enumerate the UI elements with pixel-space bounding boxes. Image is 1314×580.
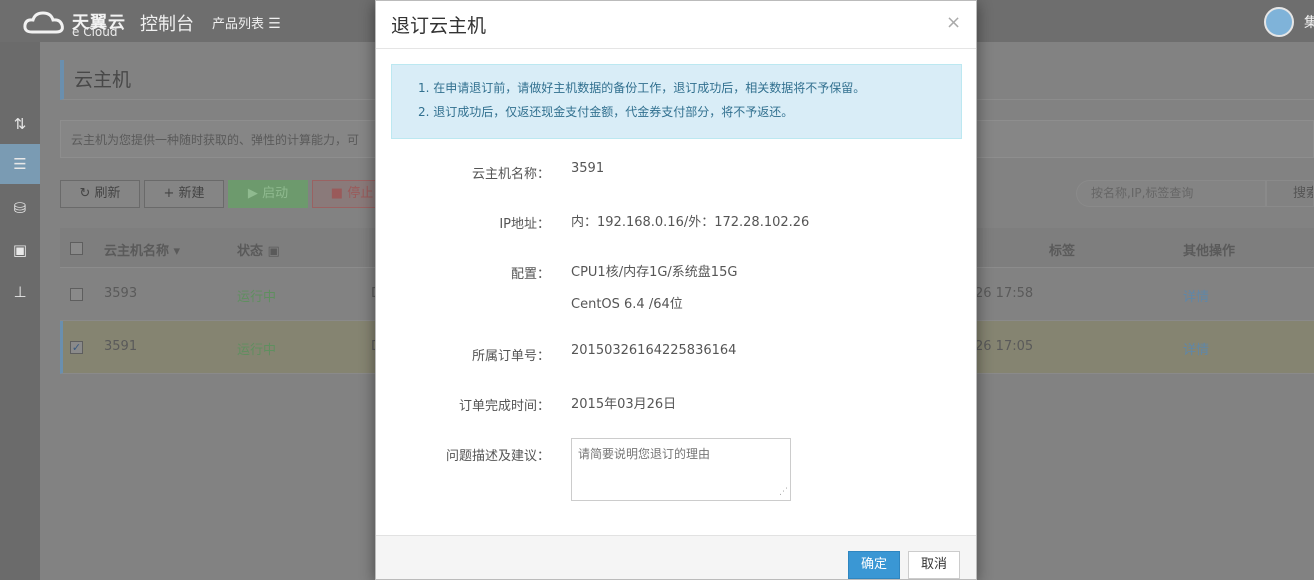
row-name: 3591 bbox=[104, 339, 138, 354]
config-value-hardware: CPU1核/内存1G/系统盘15G bbox=[571, 265, 738, 280]
ip-label: IP地址： bbox=[499, 217, 550, 232]
row-checkbox[interactable]: ✓ bbox=[70, 341, 83, 354]
plus-icon: + bbox=[163, 186, 175, 201]
stop-icon: ■ bbox=[330, 186, 344, 201]
confirm-button[interactable]: 确定 bbox=[848, 551, 900, 579]
logo[interactable]: 天翼云 e Cloud bbox=[22, 6, 132, 39]
row-detail-link[interactable]: 详情 bbox=[1183, 339, 1209, 358]
stop-label: 停止 bbox=[347, 186, 374, 201]
select-all-checkbox[interactable] bbox=[70, 242, 83, 255]
resize-grip-icon[interactable]: ⋰ bbox=[779, 488, 788, 497]
modal-divider bbox=[376, 48, 976, 49]
name-label: 云主机名称： bbox=[471, 167, 550, 182]
search-input[interactable]: 按名称,IP,标签查询 bbox=[1076, 180, 1266, 207]
search-button[interactable]: 搜索 bbox=[1266, 180, 1314, 207]
cloud-logo-icon bbox=[23, 11, 64, 34]
product-list-label: 产品列表 bbox=[212, 17, 265, 32]
new-button[interactable]: + 新建 bbox=[144, 180, 224, 208]
col-header-actions: 其他操作 bbox=[1183, 244, 1236, 259]
col-header-name[interactable]: 云主机名称 ▾ bbox=[104, 240, 180, 259]
logo-text-en: e Cloud bbox=[72, 25, 118, 39]
play-icon: ▶ bbox=[247, 186, 258, 201]
sidebar-item-sort[interactable]: ⇅ bbox=[0, 104, 40, 144]
avatar[interactable] bbox=[1264, 7, 1294, 37]
sort-icon: ⇅ bbox=[13, 115, 27, 133]
row-status: 运行中 bbox=[237, 343, 277, 358]
list-icon: ☰ bbox=[13, 155, 27, 173]
order-time-label: 订单完成时间： bbox=[458, 399, 550, 414]
start-button[interactable]: ▶ 启动 bbox=[228, 180, 308, 208]
database-icon: ⛁ bbox=[13, 199, 27, 217]
row-time: 26 17:58 bbox=[975, 286, 1034, 301]
refresh-icon: ↻ bbox=[79, 186, 91, 201]
config-value-os: CentOS 6.4 /64位 bbox=[571, 297, 683, 312]
notice-line-2: 2. 退订成功后，仅返还现金支付金额，代金券支付部分，将不予返还。 bbox=[418, 105, 794, 119]
archive-icon: ▣ bbox=[12, 241, 28, 259]
reason-label: 问题描述及建议： bbox=[445, 449, 550, 464]
col-header-status[interactable]: 状态 ▣ bbox=[237, 240, 280, 259]
unsubscribe-modal: 退订云主机 × 1. 在申请退订前，请做好主机数据的备份工作，退订成功后，相关数… bbox=[375, 0, 977, 580]
sitemap-icon: ⊥ bbox=[13, 283, 27, 301]
user-name[interactable]: 集 bbox=[1304, 12, 1314, 32]
name-value: 3591 bbox=[571, 161, 605, 176]
product-list-menu[interactable]: 产品列表 ☰ bbox=[212, 13, 281, 32]
row-name: 3593 bbox=[104, 286, 138, 301]
row-checkbox[interactable] bbox=[70, 288, 83, 301]
refresh-label: 刷新 bbox=[94, 186, 121, 201]
row-status: 运行中 bbox=[237, 290, 277, 305]
close-icon[interactable]: × bbox=[946, 12, 961, 33]
refresh-button[interactable]: ↻ 刷新 bbox=[60, 180, 140, 208]
order-value: 20150326164225836164 bbox=[571, 343, 737, 358]
notice-line-1: 1. 在申请退订前，请做好主机数据的备份工作，退订成功后，相关数据将不予保留。 bbox=[418, 81, 866, 95]
col-header-tags: 标签 bbox=[1049, 244, 1076, 259]
start-label: 启动 bbox=[262, 186, 289, 201]
sidebar-item-database[interactable]: ⛁ bbox=[0, 188, 40, 228]
console-title[interactable]: 控制台 bbox=[140, 10, 194, 36]
order-label: 所属订单号： bbox=[471, 349, 550, 364]
reason-textarea[interactable] bbox=[571, 438, 791, 501]
row-detail-link[interactable]: 详情 bbox=[1183, 286, 1209, 305]
modal-title: 退订云主机 bbox=[391, 15, 487, 37]
sidebar-item-archive[interactable]: ▣ bbox=[0, 230, 40, 270]
config-label: 配置： bbox=[510, 267, 550, 282]
menu-bars-icon: ☰ bbox=[268, 16, 281, 32]
new-label: 新建 bbox=[178, 186, 205, 201]
ip-value: 内：192.168.0.16/外：172.28.102.26 bbox=[571, 215, 810, 230]
order-time-value: 2015年03月26日 bbox=[571, 397, 677, 412]
cancel-button[interactable]: 取消 bbox=[908, 551, 960, 579]
sidebar-item-list[interactable]: ☰ bbox=[0, 144, 40, 184]
row-time: 26 17:05 bbox=[975, 339, 1034, 354]
modal-footer: 确定 取消 bbox=[376, 535, 976, 579]
notice-box: 1. 在申请退订前，请做好主机数据的备份工作，退订成功后，相关数据将不予保留。 … bbox=[391, 64, 962, 139]
